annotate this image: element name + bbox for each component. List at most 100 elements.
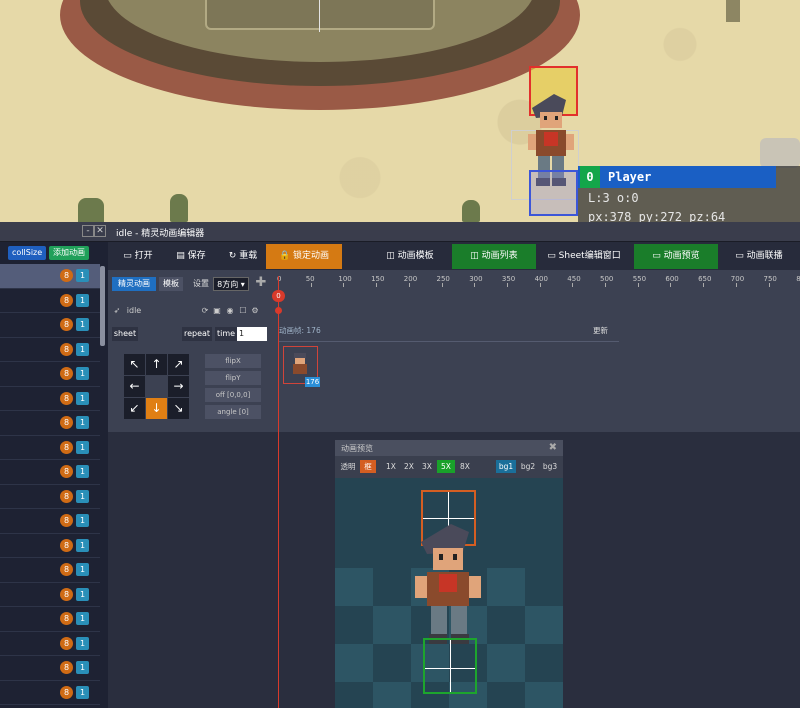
update-button[interactable]: 更新 xyxy=(593,325,608,336)
zoom-1x-button[interactable]: 1X xyxy=(383,460,399,473)
dir-ne-button[interactable]: ↗ xyxy=(168,354,189,375)
zoom-8x-button[interactable]: 8X xyxy=(457,460,473,473)
preview-title: 动画预览 xyxy=(341,444,373,453)
eye-icon[interactable]: ◉ xyxy=(224,304,236,318)
ruler-tick-label: 400 xyxy=(534,275,548,283)
preview-close-icon[interactable]: ✖ xyxy=(549,442,557,453)
collsize-button[interactable]: collSize xyxy=(8,246,47,260)
animation-list-panel: collSize 添加动画 81818181818181818181818181… xyxy=(0,242,108,708)
preview-label: 动画预览 xyxy=(663,251,700,261)
frame-count-badge: 1 xyxy=(76,318,89,331)
direction-count-badge: 8 xyxy=(60,538,73,552)
animation-list-item[interactable]: 81 xyxy=(0,656,100,681)
bg2-button[interactable]: bg2 xyxy=(518,460,538,473)
flipx-button[interactable]: flipX xyxy=(205,354,261,368)
playhead-line[interactable] xyxy=(278,276,279,708)
square-icon[interactable]: ☐ xyxy=(238,304,248,318)
flipy-button[interactable]: flipY xyxy=(205,371,261,385)
checker-cell xyxy=(525,606,563,644)
refresh-icon[interactable]: ⟳ xyxy=(200,304,210,318)
offset-button[interactable]: off [0,0,0] xyxy=(205,388,261,402)
ruler-tick xyxy=(310,283,312,287)
animation-list-item[interactable]: 81 xyxy=(0,681,100,705)
anim-template-button[interactable]: ◫ 动画模板 xyxy=(376,244,444,269)
scrollbar-thumb[interactable] xyxy=(100,266,105,346)
open-button[interactable]: ▭ 打开 xyxy=(112,244,164,269)
preview-foot-crosshair-h xyxy=(425,668,475,669)
time-input[interactable]: 1 xyxy=(237,327,267,341)
dir-sw-button[interactable]: ↙ xyxy=(124,398,145,419)
animation-list-item[interactable]: 81 xyxy=(0,607,100,632)
anim-preview-button[interactable]: ▭ 动画预览 xyxy=(634,244,718,269)
minimize-button[interactable]: - xyxy=(82,225,94,237)
angle-button[interactable]: angle [0] xyxy=(205,405,261,419)
frame-count-badge: 1 xyxy=(76,685,89,699)
direction-count-badge: 8 xyxy=(60,416,73,429)
animation-list-item[interactable]: 81 xyxy=(0,632,100,656)
frame-count-badge: 1 xyxy=(76,489,89,503)
animation-list-item[interactable]: 81 xyxy=(0,485,100,509)
playhead-handle[interactable]: 0 xyxy=(272,290,285,302)
preview-sprite[interactable] xyxy=(411,518,487,648)
animation-list-item[interactable]: 81 xyxy=(0,583,100,607)
dir-e-button[interactable]: → xyxy=(168,376,189,397)
zoom-2x-button[interactable]: 2X xyxy=(401,460,417,473)
animation-list-item[interactable]: 81 xyxy=(0,289,100,313)
animation-name: idle xyxy=(126,306,142,315)
animation-list-item[interactable]: 81 xyxy=(0,387,100,411)
animation-list-item[interactable]: 81 xyxy=(0,338,100,362)
animation-list-item[interactable]: 81 xyxy=(0,313,100,338)
dir-n-button[interactable]: ↑ xyxy=(146,354,167,375)
dir-s-button[interactable]: ↓ xyxy=(146,398,167,419)
direction-count-badge: 8 xyxy=(60,318,73,331)
template-tab[interactable]: 模板 xyxy=(159,277,183,291)
gear-icon[interactable]: ⚙ xyxy=(250,304,260,318)
list-label: 动画列表 xyxy=(481,251,518,261)
entity-layer-text: L:3 o:0 xyxy=(588,191,639,205)
ruler-tick-label: 200 xyxy=(403,275,418,283)
animation-list-item[interactable]: 81 xyxy=(0,534,100,558)
bg1-button[interactable]: bg1 xyxy=(496,460,516,473)
close-button[interactable]: ✕ xyxy=(94,225,106,237)
add-icon[interactable]: ✚ xyxy=(254,276,268,290)
ruler-tick xyxy=(539,283,541,287)
dir-se-button[interactable]: ↘ xyxy=(168,398,189,419)
animation-list-item[interactable]: 81 xyxy=(0,558,100,583)
animation-list-item[interactable]: 81 xyxy=(0,411,100,436)
repeat-toggle[interactable]: repeat xyxy=(182,327,212,341)
preview-canvas[interactable] xyxy=(335,478,563,708)
anim-link-button[interactable]: ▭ 动画联播 xyxy=(722,244,796,269)
dir-nw-button[interactable]: ↖ xyxy=(124,354,145,375)
animation-list-item[interactable]: 81 xyxy=(0,460,100,485)
frame-count-badge: 1 xyxy=(76,587,89,601)
dir-w-button[interactable]: ← xyxy=(124,376,145,397)
entity-position-text: px:378 py:272 pz:64 xyxy=(588,210,726,222)
playhead-dot[interactable] xyxy=(275,307,282,314)
reload-button[interactable]: ↻ 重载 xyxy=(218,244,268,269)
direction-count-badge: 8 xyxy=(60,342,73,356)
foot-hitbox[interactable] xyxy=(529,170,578,216)
sprite-anim-tab[interactable]: 精灵动画 xyxy=(112,277,156,291)
direction-select[interactable]: 8方向 ▾ xyxy=(213,277,249,291)
image-icon[interactable]: ▣ xyxy=(212,304,222,318)
frame-toggle[interactable]: 框 xyxy=(360,460,376,473)
transparent-toggle[interactable]: 透明 xyxy=(339,460,357,473)
add-animation-button[interactable]: 添加动画 xyxy=(49,246,89,260)
save-button[interactable]: ▤ 保存 xyxy=(166,244,216,269)
sheet-window-button[interactable]: ▭ Sheet编辑窗口 xyxy=(540,244,628,269)
platform-center xyxy=(205,0,435,30)
zoom-5x-button[interactable]: 5X xyxy=(437,460,455,473)
animation-list-item[interactable]: 81 xyxy=(0,509,100,534)
checker-cell xyxy=(373,606,411,644)
zoom-3x-button[interactable]: 3X xyxy=(419,460,435,473)
anim-list-button[interactable]: ◫ 动画列表 xyxy=(452,244,536,269)
timeline-ruler[interactable]: 0 50 100 150 200 250 300 350 400 450 500 550 600 650 7… xyxy=(276,270,800,300)
animation-list: 818181818181818181818181818181818181 xyxy=(0,264,100,705)
ruler-tick xyxy=(670,283,672,287)
animation-list-item[interactable]: 81 xyxy=(0,264,100,289)
ruler-tick-label: 500 xyxy=(600,275,614,283)
animation-list-item[interactable]: 81 xyxy=(0,436,100,460)
lock-animation-button[interactable]: 🔒 锁定动画 xyxy=(266,244,342,269)
bg3-button[interactable]: bg3 xyxy=(540,460,560,473)
animation-list-item[interactable]: 81 xyxy=(0,362,100,387)
